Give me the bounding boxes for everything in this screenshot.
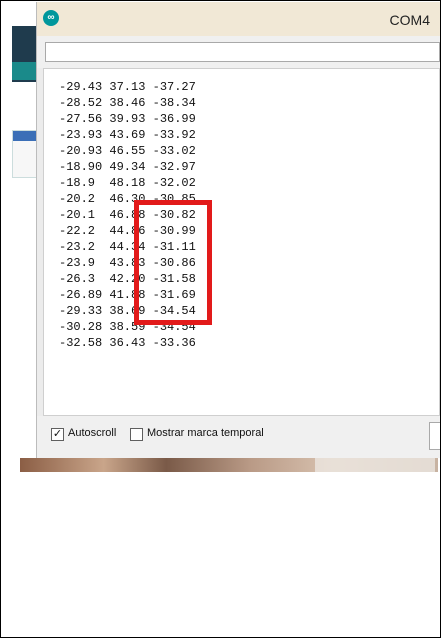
output-line: -23.93 43.69 -33.92: [59, 128, 196, 142]
output-line: -27.56 39.93 -36.99: [59, 112, 196, 126]
window-title: COM4: [389, 12, 430, 28]
output-line: -28.52 38.46 -38.34: [59, 96, 196, 110]
timestamp-checkbox[interactable]: [130, 428, 143, 441]
desktop-background: [2, 2, 40, 460]
send-row: [37, 36, 440, 68]
arduino-icon: ∞: [43, 10, 59, 26]
autoscroll-checkbox[interactable]: ✓: [51, 428, 64, 441]
footer-bar: ✓ Autoscroll Mostrar marca temporal: [37, 416, 440, 458]
serial-output[interactable]: -29.43 37.13 -37.27 -28.52 38.46 -38.34 -2…: [43, 68, 440, 416]
background-window-thumbnail: [12, 26, 38, 82]
output-line: -18.9 48.18 -32.02: [59, 176, 196, 190]
output-line: -32.58 36.43 -33.36: [59, 336, 196, 350]
timestamp-label: Mostrar marca temporal: [147, 427, 264, 439]
output-line: -29.43 37.13 -37.27: [59, 80, 196, 94]
autoscroll-label: Autoscroll: [68, 427, 117, 439]
line-ending-select[interactable]: [429, 422, 440, 450]
output-line: -18.90 49.34 -32.97: [59, 160, 196, 174]
send-input[interactable]: [45, 42, 440, 62]
serial-monitor-window: ∞ COM4 -29.43 37.13 -37.27 -28.52 38.46 -…: [36, 2, 440, 458]
annotation-highlight-box: [134, 200, 212, 325]
title-bar[interactable]: ∞ COM4: [37, 2, 440, 36]
output-line: -20.93 46.55 -33.02: [59, 144, 196, 158]
system-tray: [315, 458, 435, 472]
